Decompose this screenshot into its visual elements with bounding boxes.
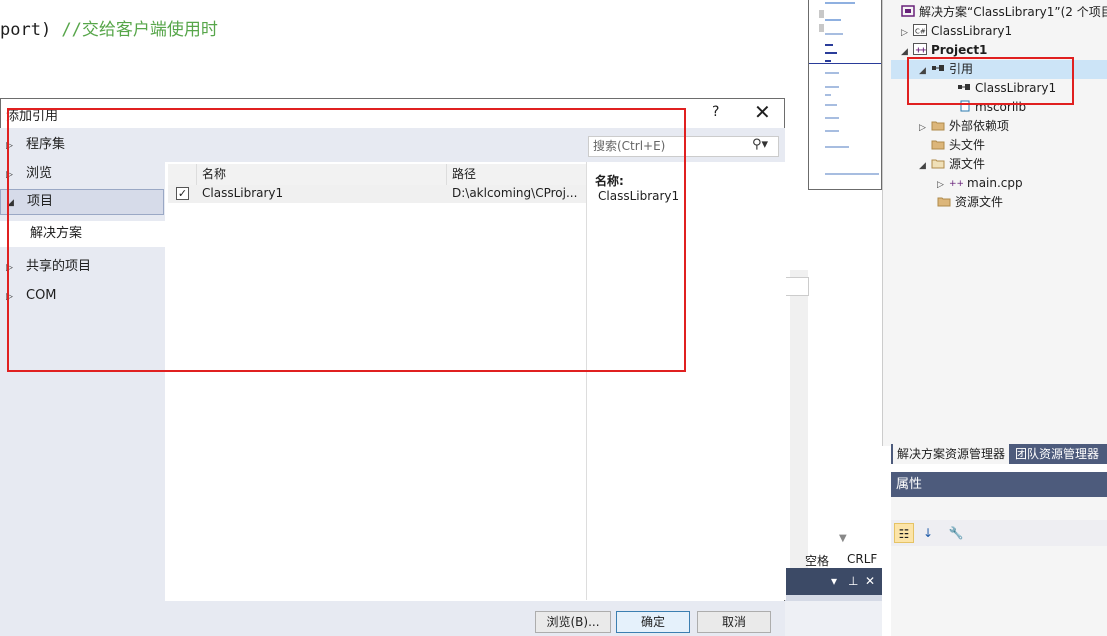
cancel-button[interactable]: 取消 bbox=[697, 611, 771, 633]
folder-icon bbox=[931, 137, 945, 150]
tree-item-external-deps[interactable]: ▷ 外部依赖项 bbox=[919, 117, 1009, 136]
svg-text:C#: C# bbox=[915, 28, 926, 36]
status-indentation[interactable]: 空格 bbox=[805, 552, 829, 569]
tab-solution-explorer[interactable]: 解决方案资源管理器 bbox=[893, 444, 1010, 464]
expand-arrow-icon[interactable]: ▷ bbox=[919, 119, 931, 138]
folder-icon bbox=[931, 118, 945, 131]
tree-item-main-cpp[interactable]: ▷ ++ main.cpp bbox=[937, 174, 1023, 193]
output-panel-body bbox=[785, 601, 882, 636]
tree-item-label: 外部依赖项 bbox=[949, 119, 1010, 133]
highlight-box bbox=[907, 57, 1074, 105]
cpp-file-icon: ++ bbox=[949, 175, 964, 189]
output-panel-header: ▾ ⊥ ✕ bbox=[785, 568, 882, 595]
search-icon[interactable]: ⚲▾ bbox=[752, 137, 768, 152]
collapse-arrow-icon[interactable]: ◢ bbox=[919, 157, 931, 176]
tree-item-label: main.cpp bbox=[967, 176, 1023, 190]
editor-scroll-area bbox=[790, 270, 808, 570]
editor-field[interactable] bbox=[785, 277, 809, 296]
tree-item-label: 解决方案“ClassLibrary1”(2 个项目 bbox=[919, 5, 1107, 19]
tree-item-solution[interactable]: 解决方案“ClassLibrary1”(2 个项目 bbox=[901, 3, 1107, 22]
tree-item-label: 源文件 bbox=[949, 157, 986, 171]
close-button[interactable]: ✕ bbox=[754, 100, 771, 124]
csharp-project-icon: C# bbox=[913, 23, 927, 36]
code-text: port) bbox=[0, 20, 62, 40]
code-comment: //交给客户端使用时 bbox=[61, 20, 218, 40]
sort-alphabetical-icon[interactable]: ↓ bbox=[918, 523, 938, 543]
browse-button[interactable]: 浏览(B)... bbox=[535, 611, 611, 633]
properties-body bbox=[891, 497, 1107, 636]
cpp-project-icon: + + bbox=[913, 42, 927, 55]
tree-item-label: 资源文件 bbox=[955, 195, 1004, 209]
tree-item-header-files[interactable]: 头文件 bbox=[931, 136, 985, 155]
code-minimap[interactable] bbox=[808, 0, 882, 190]
dropdown-icon[interactable]: ▾ bbox=[831, 574, 837, 588]
code-line: port) //交给客户端使用时 bbox=[0, 15, 218, 40]
explorer-tab-strip: 解决方案资源管理器 团队资源管理器 bbox=[891, 444, 1107, 464]
ok-button[interactable]: 确定 bbox=[616, 611, 690, 633]
tree-item-classlibrary-project[interactable]: ▷ C# ClassLibrary1 bbox=[901, 22, 1012, 41]
svg-text:+: + bbox=[920, 46, 927, 55]
output-panel: ▾ ⊥ ✕ bbox=[785, 568, 882, 636]
categorized-icon[interactable]: ☷ bbox=[894, 523, 914, 543]
tree-item-label: Project1 bbox=[931, 43, 988, 57]
close-icon[interactable]: ✕ bbox=[865, 574, 875, 588]
tree-item-resource-files[interactable]: 资源文件 bbox=[937, 193, 1003, 212]
solution-icon bbox=[901, 4, 915, 17]
help-button[interactable]: ? bbox=[712, 104, 719, 120]
status-line-ending[interactable]: CRLF bbox=[847, 552, 877, 566]
svg-text:++: ++ bbox=[949, 179, 963, 188]
tab-team-explorer[interactable]: 团队资源管理器 bbox=[1011, 444, 1103, 464]
highlight-box bbox=[7, 108, 686, 372]
properties-header: 属性 bbox=[891, 472, 1107, 497]
folder-icon bbox=[937, 194, 951, 207]
pin-icon[interactable]: ⊥ bbox=[848, 574, 858, 588]
tree-item-source-files[interactable]: ◢ 源文件 bbox=[919, 155, 985, 174]
tree-item-label: ClassLibrary1 bbox=[931, 24, 1013, 38]
folder-icon bbox=[931, 156, 945, 169]
tree-item-label: 头文件 bbox=[949, 138, 986, 152]
wrench-icon[interactable]: 🔧 bbox=[946, 523, 966, 543]
scroll-down-icon[interactable]: ▼ bbox=[839, 533, 847, 544]
